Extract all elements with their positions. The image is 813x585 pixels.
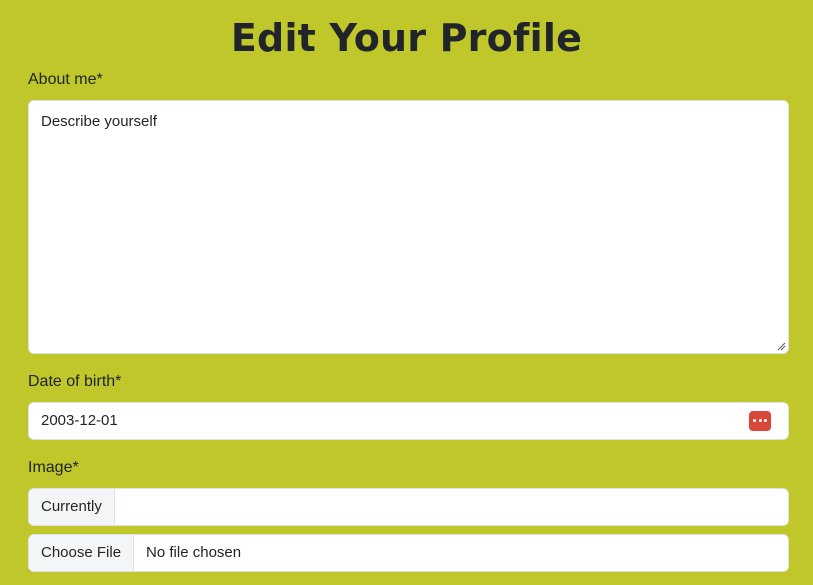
file-status-text: No file chosen: [146, 544, 242, 561]
currently-addon: Currently: [29, 489, 115, 525]
current-image-field: Currently: [28, 488, 789, 526]
calendar-icon[interactable]: [749, 411, 771, 431]
page-title: Edit Your Profile: [230, 16, 583, 60]
about-me-textarea[interactable]: Describe yourself: [28, 100, 789, 354]
about-me-label: About me*: [28, 71, 103, 88]
image-label: Image*: [28, 459, 79, 476]
current-image-value: [115, 489, 788, 525]
date-of-birth-value: 2003-12-01: [41, 412, 118, 429]
choose-file-button[interactable]: Choose File: [29, 535, 135, 571]
image-file-input[interactable]: Choose File No file chosen: [28, 534, 789, 572]
date-of-birth-input[interactable]: 2003-12-01: [28, 402, 789, 440]
date-of-birth-label: Date of birth*: [28, 373, 122, 390]
about-me-placeholder: Describe yourself: [41, 113, 157, 130]
resize-grip-icon[interactable]: [776, 341, 786, 351]
